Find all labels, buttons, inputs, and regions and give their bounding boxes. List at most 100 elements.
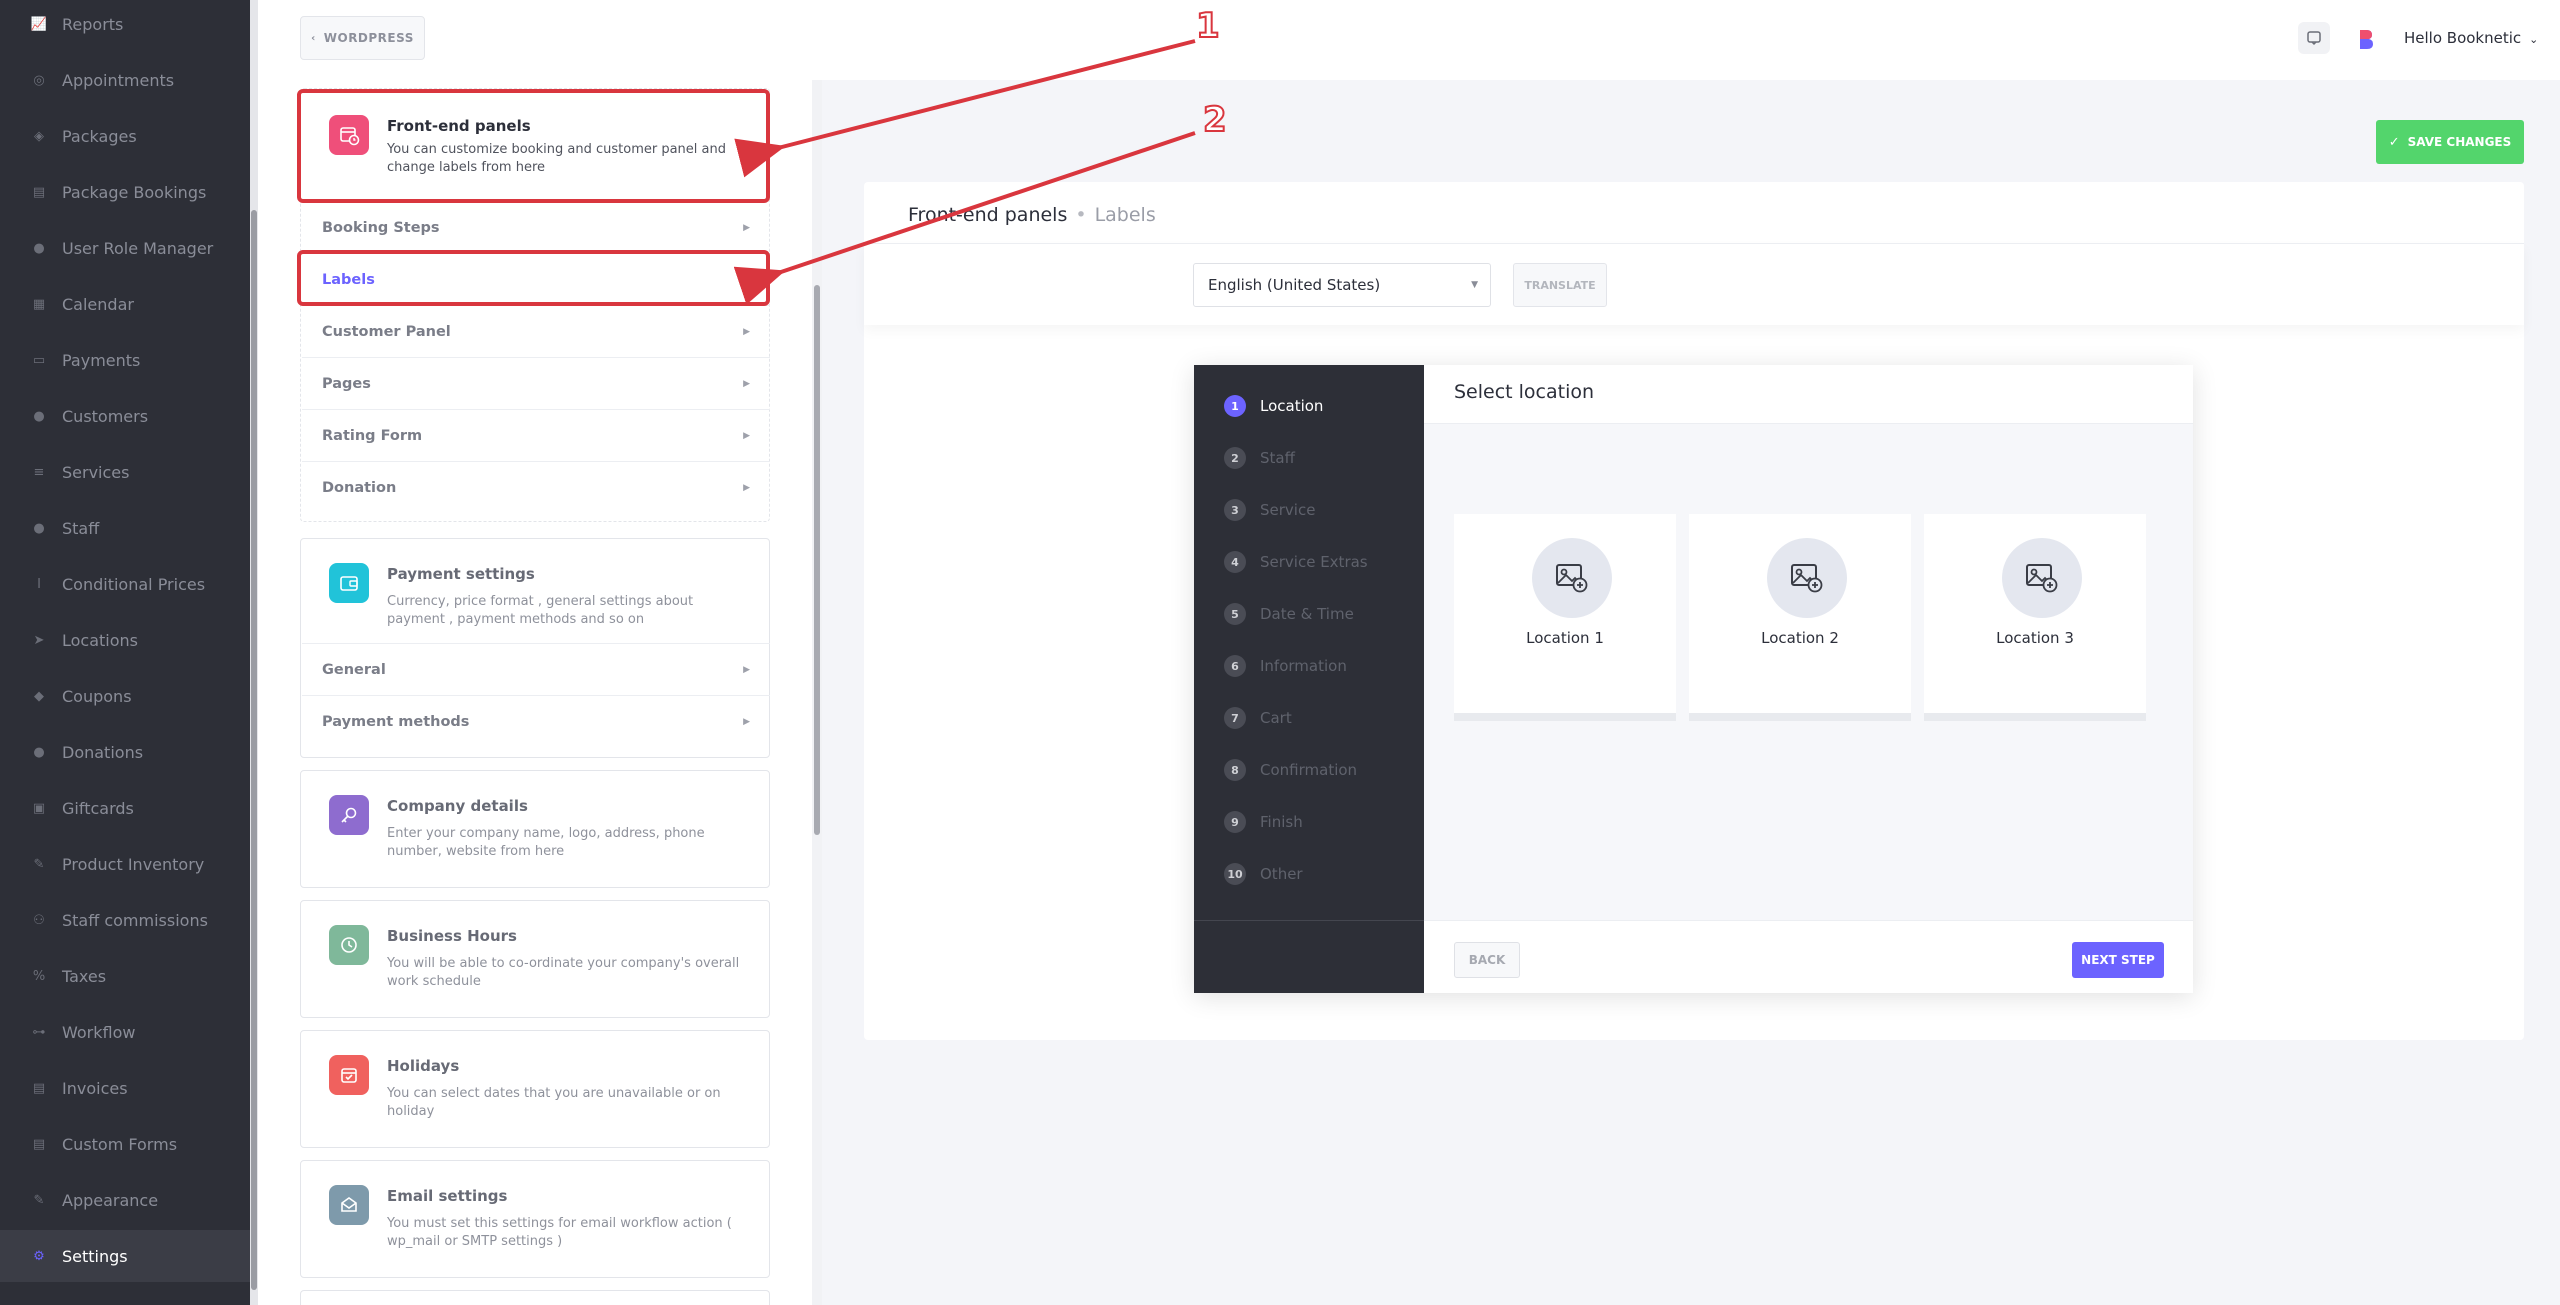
step-date-time[interactable]: 5 Date & Time: [1224, 602, 1354, 626]
caret-right-icon: ▶: [743, 430, 750, 441]
sidebar-item-reports[interactable]: 📈 Reports: [0, 0, 250, 50]
payment-settings-card: Payment settings Currency, price format …: [300, 538, 770, 758]
location-name: Location 3: [1996, 629, 2074, 647]
sidebar-item-donations[interactable]: ● Donations: [0, 726, 250, 778]
staff-icon: ●: [33, 520, 45, 536]
giftcards-icon: ▣: [32, 800, 46, 816]
settings-item-general[interactable]: General ▶: [302, 643, 770, 695]
holidays-card[interactable]: Holidays You can select dates that you a…: [300, 1030, 770, 1148]
settings-item-customer-panel[interactable]: Customer Panel ▶: [302, 305, 770, 357]
breadcrumb-main: Front-end panels: [908, 204, 1068, 226]
step-service[interactable]: 3 Service: [1224, 498, 1315, 522]
sidebar-item-label: Packages: [62, 126, 137, 146]
wordpress-back-button[interactable]: ‹ WORDPRESS: [300, 16, 425, 60]
save-changes-button[interactable]: ✓ SAVE CHANGES: [2376, 120, 2524, 164]
sidebar-item-coupons[interactable]: ◆ Coupons: [0, 670, 250, 722]
chevron-down-icon: ⌄: [2529, 33, 2539, 46]
sidebar-item-user-role-manager[interactable]: ● User Role Manager: [0, 222, 250, 274]
sidebar-item-payments[interactable]: ▭ Payments: [0, 334, 250, 386]
step-location[interactable]: 1 Location: [1224, 394, 1323, 418]
chevron-down-icon: ▼: [1471, 280, 1478, 290]
staff-commissions-icon: ⚇: [33, 912, 45, 928]
holidays-title: Holidays: [387, 1057, 460, 1075]
sidebar-item-workflow[interactable]: ⊶ Workflow: [0, 1006, 250, 1058]
coupons-icon: ◆: [34, 688, 44, 704]
sidebar-item-staff-commissions[interactable]: ⚇ Staff commissions: [0, 894, 250, 946]
email-settings-card[interactable]: Email settings You must set this setting…: [300, 1160, 770, 1278]
step-service-extras[interactable]: 4 Service Extras: [1224, 550, 1368, 574]
sidebar-item-calendar[interactable]: ▦ Calendar: [0, 278, 250, 330]
sidebar-item-appearance[interactable]: ✎ Appearance: [0, 1174, 250, 1226]
sidebar-item-label: User Role Manager: [62, 238, 214, 258]
step-information[interactable]: 6 Information: [1224, 654, 1347, 678]
chevron-left-icon: ‹: [311, 32, 316, 44]
step-other[interactable]: 10 Other: [1224, 862, 1303, 886]
sidebar-item-label: Staff: [62, 518, 100, 538]
caret-right-icon: ▶: [743, 378, 750, 389]
next-step-button[interactable]: NEXT STEP: [2072, 942, 2164, 978]
settings-item-booking-steps[interactable]: Booking Steps ▶: [302, 201, 770, 253]
location-card-2[interactable]: Location 2: [1689, 514, 1911, 721]
notification-icon[interactable]: [2298, 22, 2330, 54]
settings-item-payment-methods[interactable]: Payment methods ▶: [302, 695, 770, 747]
business-hours-title: Business Hours: [387, 927, 517, 945]
user-greeting: Hello Booknetic: [2404, 29, 2522, 47]
language-select[interactable]: English (United States) ▼: [1193, 263, 1491, 307]
sidebar-item-label: Custom Forms: [62, 1134, 178, 1154]
settings-scrollbar[interactable]: [812, 80, 822, 1305]
step-cart[interactable]: 7 Cart: [1224, 706, 1292, 730]
sidebar-item-conditional-prices[interactable]: I Conditional Prices: [0, 558, 250, 610]
sidebar-item-product-inventory[interactable]: ✎ Product Inventory: [0, 838, 250, 890]
sidebar-item-staff[interactable]: ● Staff: [0, 502, 250, 554]
location-image-icon: [2002, 538, 2082, 618]
breadcrumb-sub: Labels: [1094, 204, 1156, 226]
sidebar-item-appointments[interactable]: ◎ Appointments: [0, 54, 250, 106]
sidebar-item-label: Staff commissions: [62, 910, 208, 930]
packages-icon: ◈: [34, 128, 44, 144]
email-settings-header: Email settings You must set this setting…: [301, 1161, 769, 1251]
sidebar-item-customers[interactable]: ● Customers: [0, 390, 250, 442]
sidebar-item-taxes[interactable]: % Taxes: [0, 950, 250, 1002]
settings-item-rating-form[interactable]: Rating Form ▶: [302, 409, 770, 461]
sidebar-item-label: Calendar: [62, 294, 134, 314]
settings-item-donation[interactable]: Donation ▶: [302, 461, 770, 513]
translate-button[interactable]: TRANSLATE: [1513, 263, 1607, 307]
location-image-icon: [1532, 538, 1612, 618]
sidebar-item-package-bookings[interactable]: ▤ Package Bookings: [0, 166, 250, 218]
sidebar-item-custom-forms[interactable]: ▤ Custom Forms: [0, 1118, 250, 1170]
location-card-1[interactable]: Location 1: [1454, 514, 1676, 721]
company-details-card[interactable]: Company details Enter your company name,…: [300, 770, 770, 888]
highlight-labels: [297, 250, 770, 306]
payment-settings-description: Currency, price format , general setting…: [387, 594, 694, 627]
settings-scrollbar-thumb[interactable]: [814, 285, 820, 835]
sidebar-item-settings[interactable]: ⚙ Settings: [0, 1230, 250, 1282]
sidebar-item-invoices[interactable]: ▤ Invoices: [0, 1062, 250, 1114]
key-icon: [329, 795, 369, 835]
payments-icon: ▭: [32, 352, 46, 368]
sidebar-item-locations[interactable]: ➤ Locations: [0, 614, 250, 666]
email-settings-title: Email settings: [387, 1187, 508, 1205]
step-staff[interactable]: 2 Staff: [1224, 446, 1295, 470]
back-button[interactable]: BACK: [1454, 942, 1520, 978]
services-icon: ≡: [33, 464, 45, 480]
envelope-open-icon: [329, 1185, 369, 1225]
sidebar-item-giftcards[interactable]: ▣ Giftcards: [0, 782, 250, 834]
location-card-3[interactable]: Location 3: [1924, 514, 2146, 721]
chart-icon: 📈: [30, 16, 48, 32]
settings-item-pages[interactable]: Pages ▶: [302, 357, 770, 409]
business-hours-card[interactable]: Business Hours You will be able to co-or…: [300, 900, 770, 1018]
sidebar: 📈 Reports ◎ Appointments ◈ Packages ▤ Packag…: [0, 0, 250, 1305]
sidebar-scrollbar-thumb[interactable]: [251, 210, 257, 1290]
payment-settings-title: Payment settings: [387, 565, 535, 583]
location-name: Location 1: [1526, 629, 1604, 647]
sidebar-item-services[interactable]: ≡ Services: [0, 446, 250, 498]
step-finish[interactable]: 9 Finish: [1224, 810, 1303, 834]
step-confirmation[interactable]: 8 Confirmation: [1224, 758, 1357, 782]
sidebar-item-packages[interactable]: ◈ Packages: [0, 110, 250, 162]
user-menu[interactable]: Hello Booknetic ⌄: [2404, 29, 2538, 47]
holidays-header: Holidays You can select dates that you a…: [301, 1031, 769, 1121]
sidebar-scrollbar[interactable]: [250, 0, 258, 1305]
payment-settings-header[interactable]: Payment settings Currency, price format …: [301, 539, 769, 629]
workflow-icon: ⊶: [32, 1024, 46, 1040]
booking-steps-sidebar: 1 Location 2 Staff 3 Service 4 Service Extra…: [1194, 365, 1424, 993]
